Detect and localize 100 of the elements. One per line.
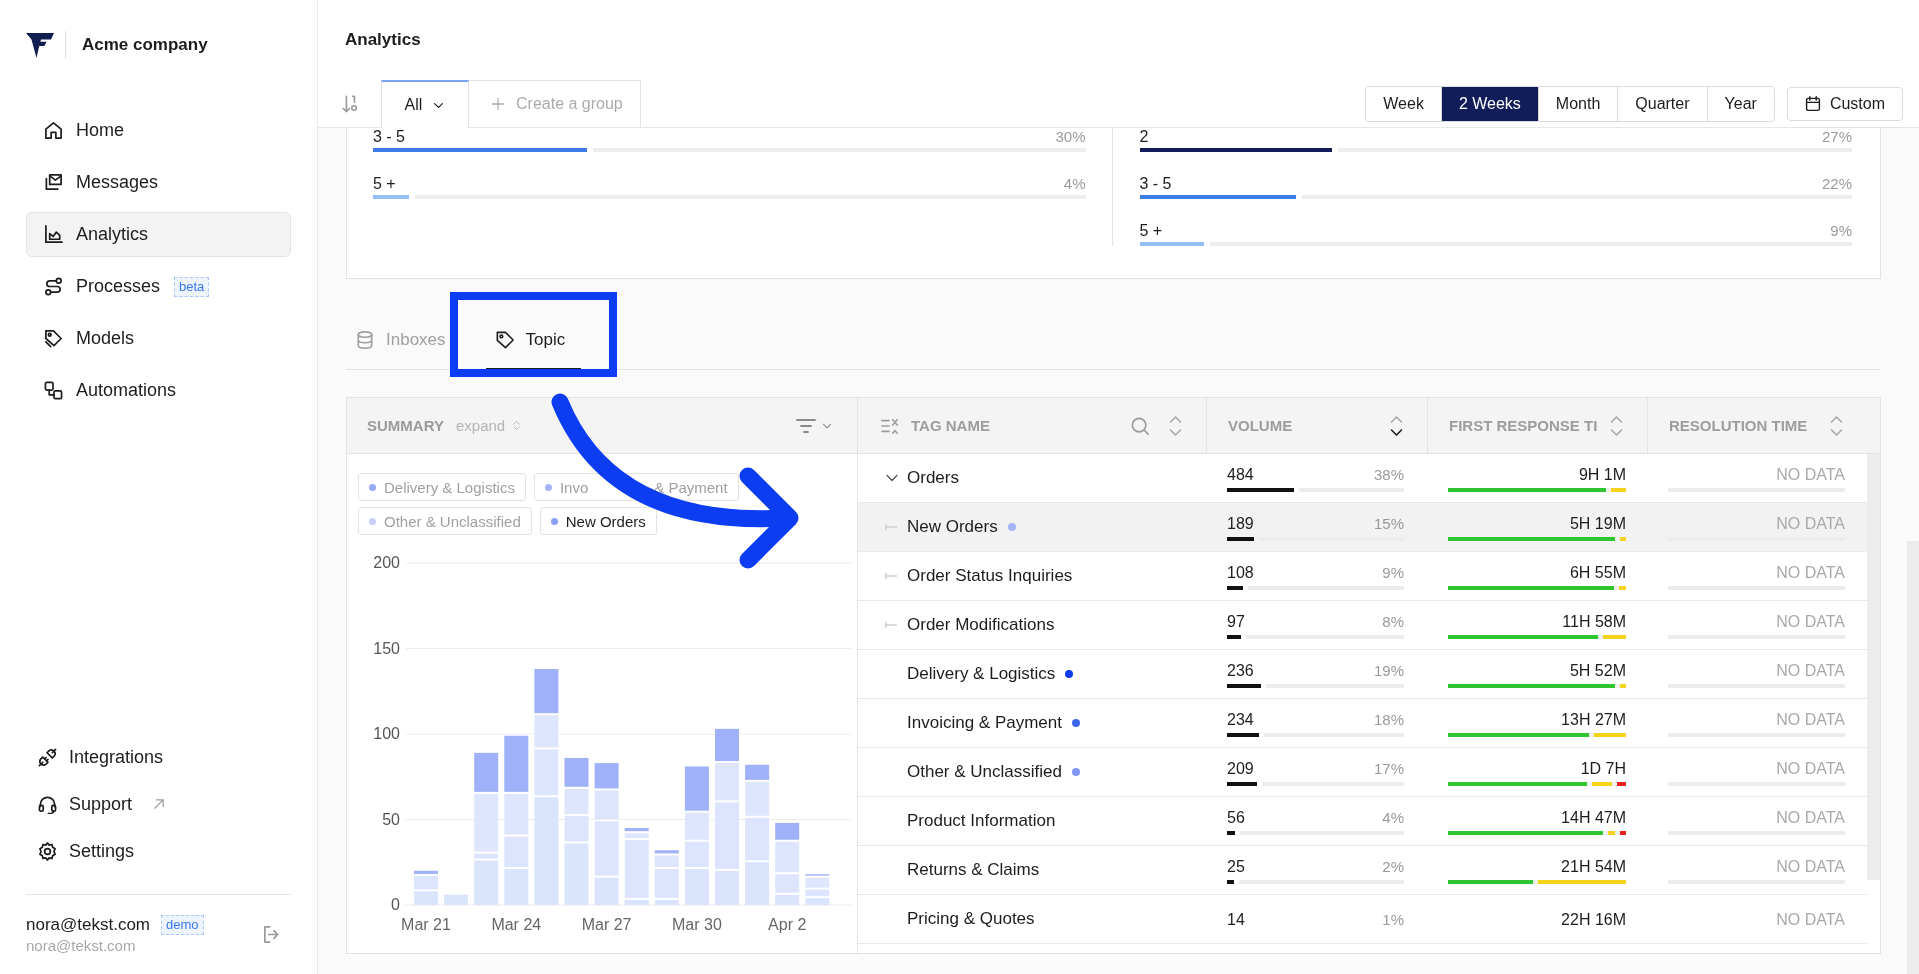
response-time: 1D 7H bbox=[1580, 759, 1626, 777]
bucket-label: 3 - 5 bbox=[1139, 175, 1172, 193]
bar-segment bbox=[504, 836, 529, 868]
volume-count: 189 bbox=[1227, 513, 1254, 533]
scrollbar-thumb[interactable] bbox=[1867, 454, 1880, 880]
volume-share: 38% bbox=[1373, 464, 1404, 484]
column-header: FIRST RESPONSE TI bbox=[1449, 417, 1598, 434]
tree-branch-icon bbox=[885, 572, 897, 580]
database-icon bbox=[356, 331, 374, 349]
volume-share: 17% bbox=[1373, 758, 1404, 778]
nav-item[interactable]: Models bbox=[26, 316, 291, 361]
nav-item[interactable]: Support bbox=[26, 784, 291, 824]
y-axis-label: 150 bbox=[373, 639, 400, 657]
tag-name: Order Status Inquiries bbox=[907, 566, 1073, 586]
volume-count: 108 bbox=[1227, 562, 1254, 582]
response-time: 14H 47M bbox=[1561, 808, 1626, 826]
nav-item[interactable]: Automations bbox=[26, 368, 291, 413]
plus-icon bbox=[491, 97, 505, 111]
company-logo bbox=[26, 32, 54, 58]
nav-item[interactable]: Analytics bbox=[26, 212, 291, 257]
volume-share: 2% bbox=[1382, 856, 1404, 876]
volume-count: 14 bbox=[1227, 909, 1245, 929]
volume-share: 15% bbox=[1373, 513, 1404, 533]
nav-item[interactable]: Integrations bbox=[26, 737, 291, 777]
resolution-value: NO DATA bbox=[1776, 465, 1845, 483]
bucket-percent: 27% bbox=[1821, 128, 1852, 146]
resolution-value: NO DATA bbox=[1776, 710, 1845, 728]
tag-name: Returns & Claims bbox=[907, 860, 1040, 880]
response-time: 21H 54M bbox=[1561, 857, 1626, 875]
up-down-chevron-icon bbox=[511, 420, 523, 431]
tag-name: Delivery & Logistics bbox=[907, 664, 1056, 684]
bar-segment bbox=[684, 841, 709, 868]
section-tab[interactable]: Topic bbox=[485, 312, 582, 370]
bar-segment bbox=[504, 869, 529, 905]
bar-segment bbox=[444, 894, 469, 905]
logout-icon bbox=[262, 925, 281, 944]
tag-name: Pricing & Quotes bbox=[907, 909, 1035, 929]
bar-segment bbox=[715, 728, 739, 762]
custom-range-button[interactable]: Custom bbox=[1786, 86, 1903, 121]
tag-name: Order Modifications bbox=[907, 615, 1055, 635]
route-icon bbox=[44, 277, 63, 296]
home-icon bbox=[44, 121, 63, 140]
linked-squares-icon bbox=[44, 381, 63, 400]
y-axis-label: 50 bbox=[382, 810, 400, 828]
bucket-label: 5 + bbox=[373, 175, 396, 193]
column-header: TAG NAME bbox=[911, 417, 990, 434]
user-name: nora@tekst.com bbox=[26, 915, 151, 935]
nav-item[interactable]: Messages bbox=[26, 160, 291, 205]
period-option[interactable]: Year bbox=[1706, 86, 1774, 121]
response-time: 11H 58M bbox=[1562, 612, 1626, 630]
resolution-value: NO DATA bbox=[1776, 910, 1845, 928]
tag-icon bbox=[495, 331, 514, 349]
x-axis-label: Mar 21 bbox=[401, 916, 451, 933]
resolution-value: NO DATA bbox=[1776, 808, 1845, 826]
bucket-percent: 4% bbox=[1063, 175, 1086, 193]
tag-name: Other & Unclassified bbox=[907, 762, 1062, 782]
nav-item[interactable]: Processes beta bbox=[26, 264, 291, 309]
logout-button[interactable] bbox=[262, 925, 281, 944]
y-axis-label: 0 bbox=[391, 896, 400, 913]
volume-count: 209 bbox=[1227, 758, 1254, 778]
bar-segment bbox=[504, 793, 529, 835]
bucket-label: 5 + bbox=[1139, 222, 1163, 240]
volume-count: 234 bbox=[1227, 709, 1254, 729]
tag-name: New Orders bbox=[907, 517, 998, 537]
page-title: Analytics bbox=[345, 30, 421, 50]
legend-chip[interactable]: New Orders bbox=[539, 507, 657, 535]
bucket-percent: 9% bbox=[1830, 222, 1852, 240]
response-time: 22H 16M bbox=[1561, 910, 1626, 928]
sort-icon[interactable] bbox=[340, 94, 359, 113]
tag-name: Product Information bbox=[907, 811, 1056, 831]
tag-name: Invoicing & Payment bbox=[907, 713, 1062, 733]
resolution-value: NO DATA bbox=[1776, 857, 1845, 875]
tag-name: Orders bbox=[907, 468, 959, 488]
tag-icon bbox=[44, 329, 63, 348]
x-axis-label: Apr 2 bbox=[768, 916, 807, 933]
y-axis-label: 100 bbox=[373, 725, 400, 742]
response-time: 5H 52M bbox=[1569, 661, 1626, 679]
column-header: VOLUME bbox=[1228, 417, 1293, 434]
nav-item[interactable]: Home bbox=[26, 108, 291, 153]
y-axis-label: 200 bbox=[373, 554, 400, 571]
volume-share: 1% bbox=[1382, 909, 1404, 929]
label-badge: demo bbox=[161, 915, 204, 935]
bar-segment bbox=[564, 757, 589, 787]
period-option[interactable]: 2 Weeks bbox=[1440, 86, 1538, 121]
volume-share: 4% bbox=[1382, 807, 1404, 827]
panel-title: SUMMARY bbox=[367, 417, 444, 434]
search-icon[interactable] bbox=[1131, 416, 1149, 435]
bar-segment bbox=[564, 788, 589, 815]
resolution-value: NO DATA bbox=[1776, 661, 1845, 679]
plug-icon bbox=[38, 747, 57, 767]
volume-share: 18% bbox=[1373, 709, 1404, 729]
bucket-label: 2 bbox=[1139, 128, 1149, 146]
collapse-all-icon[interactable] bbox=[881, 416, 899, 435]
bar-segment bbox=[684, 869, 709, 905]
label-badge: beta bbox=[174, 276, 210, 297]
nav-item[interactable]: Settings bbox=[26, 831, 291, 871]
response-time: 9H 1M bbox=[1578, 465, 1626, 483]
company-name: Acme company bbox=[82, 35, 208, 55]
group-tab[interactable]: All bbox=[381, 80, 469, 128]
bar-segment bbox=[504, 735, 529, 792]
